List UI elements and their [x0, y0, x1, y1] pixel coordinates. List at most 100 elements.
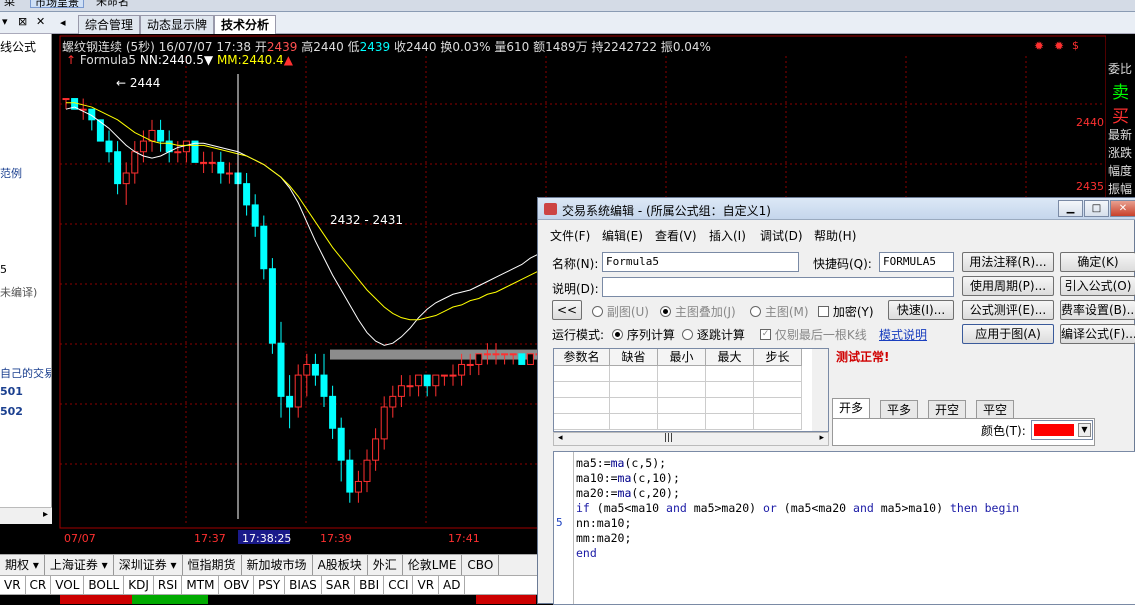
radio-subchart[interactable]: 副图(U)	[592, 303, 649, 320]
tree-item[interactable]: 未编译)	[0, 284, 37, 300]
param-cell[interactable]	[754, 366, 802, 382]
param-cell[interactable]	[610, 398, 658, 414]
compile-formula-button[interactable]: 编译公式(F)...	[1060, 324, 1135, 344]
dropdown-icon[interactable]: ▼	[1078, 423, 1091, 437]
currency-icon[interactable]: $	[1072, 39, 1079, 52]
param-column-header[interactable]: 最小	[658, 349, 706, 366]
param-cell[interactable]	[706, 414, 754, 430]
scroll-right-icon[interactable]: ▸	[43, 509, 48, 520]
top-strip-item[interactable]: 未命名	[92, 0, 133, 8]
indicator-tab[interactable]: VR	[0, 576, 26, 594]
menu-edit[interactable]: 编辑(E)	[602, 227, 643, 244]
formula-eval-button[interactable]: 公式测评(E)...	[962, 300, 1054, 320]
menu-help[interactable]: 帮助(H)	[814, 227, 856, 244]
indicator-tab[interactable]: BOLL	[84, 576, 125, 594]
minimize-button[interactable]: ▁	[1058, 200, 1083, 217]
param-column-header[interactable]: 缺省	[610, 349, 658, 366]
indicator-tab[interactable]: BIAS	[285, 576, 322, 594]
indicator-tab[interactable]: AD	[439, 576, 466, 594]
scroll-left-icon[interactable]: ◂	[60, 16, 66, 29]
param-cell[interactable]	[610, 366, 658, 382]
market-tab[interactable]: 恒指期货	[183, 555, 242, 575]
tree-item[interactable]: 范例	[0, 165, 22, 181]
mode-help-link[interactable]: 模式说明	[879, 326, 927, 343]
market-tab[interactable]: 外汇	[368, 555, 403, 575]
indicator-tab[interactable]: OBV	[219, 576, 254, 594]
scroll-left-icon[interactable]: ◂	[558, 433, 563, 443]
param-cell[interactable]	[610, 382, 658, 398]
scroll-right-icon[interactable]: ▸	[819, 433, 824, 443]
param-column-header[interactable]: 最大	[706, 349, 754, 366]
tab-technical-analysis[interactable]: 技术分析	[214, 15, 277, 35]
name-field[interactable]: Formula5	[602, 252, 799, 272]
param-cell[interactable]	[554, 398, 610, 414]
tree-item[interactable]: 线公式	[0, 38, 36, 55]
top-strip-item[interactable]: 菜	[0, 0, 19, 8]
apply-to-chart-button[interactable]: 应用于图(A)	[962, 324, 1054, 344]
param-cell[interactable]	[554, 382, 610, 398]
param-cell[interactable]	[610, 414, 658, 430]
scroll-thumb[interactable]: |||	[664, 433, 673, 443]
indicator-tab[interactable]: KDJ	[124, 576, 154, 594]
market-tab[interactable]: 期权 ▾	[0, 555, 45, 575]
radio-sequential[interactable]: 序列计算	[612, 326, 675, 343]
parameter-table[interactable]: 参数名 缺省 最小 最大 步长	[553, 348, 829, 432]
param-column-header[interactable]: 步长	[754, 349, 802, 366]
param-table-vscroll[interactable]	[812, 349, 828, 431]
market-tab[interactable]: 新加坡市场	[242, 555, 313, 575]
param-cell[interactable]	[754, 398, 802, 414]
indicator-tab[interactable]: SAR	[322, 576, 356, 594]
tab-open-short[interactable]: 开空	[928, 400, 967, 419]
usage-notes-button[interactable]: 用法注释(R)...	[962, 252, 1054, 272]
indicator-tab[interactable]: MTM	[182, 576, 220, 594]
description-field[interactable]	[602, 277, 954, 297]
indicator-tab[interactable]: CCI	[384, 576, 414, 594]
menu-insert[interactable]: 插入(I)	[709, 227, 746, 244]
param-cell[interactable]	[658, 382, 706, 398]
tree-item[interactable]: 5	[0, 263, 7, 276]
tree-item[interactable]: 502	[0, 405, 23, 418]
color-picker[interactable]: ▼	[1031, 420, 1093, 440]
indicator-tab[interactable]: PSY	[254, 576, 286, 594]
settings-gear-icon[interactable]: ✹	[1034, 39, 1044, 53]
param-column-header[interactable]: 参数名	[554, 349, 610, 366]
import-formula-button[interactable]: 引入公式(O)	[1060, 276, 1135, 296]
tab-dynamic-board[interactable]: 动态显示牌	[140, 15, 215, 34]
usage-period-button[interactable]: 使用周期(P)...	[962, 276, 1054, 296]
shortcut-field[interactable]: FORMULA5	[879, 252, 954, 272]
param-cell[interactable]	[554, 366, 610, 382]
param-cell[interactable]	[658, 414, 706, 430]
market-tab[interactable]: 上海证券 ▾	[45, 555, 114, 575]
radio-main-chart[interactable]: 主图(M)	[750, 303, 809, 320]
collapse-button[interactable]: <<	[552, 300, 582, 320]
indicator-tab[interactable]: RSI	[154, 576, 183, 594]
close-button[interactable]: ✕	[1110, 200, 1135, 217]
chart-tool-icon[interactable]: ✹	[1054, 39, 1064, 53]
tree-item[interactable]: 501	[0, 385, 23, 398]
radio-main-overlay[interactable]: 主图叠加(J)	[660, 303, 736, 320]
param-cell[interactable]	[554, 414, 610, 430]
param-cell[interactable]	[706, 366, 754, 382]
indicator-tab[interactable]: BBI	[355, 576, 385, 594]
last-bar-checkbox[interactable]: ✓ 仅剔最后一根K线	[760, 326, 867, 343]
encrypt-checkbox[interactable]: 加密(Y)	[818, 303, 874, 320]
param-table-hscroll[interactable]: ◂ ||| ▸	[553, 432, 829, 446]
close-icon[interactable]: ✕	[36, 15, 45, 28]
maximize-button[interactable]: □	[1084, 200, 1109, 217]
code-editor[interactable]: 5 ma5:=ma(c,5); ma10:=ma(c,10); ma20:=ma(c…	[553, 451, 1135, 605]
dropdown-icon[interactable]: ▾	[2, 15, 8, 28]
menu-debug[interactable]: 调试(D)	[760, 227, 803, 244]
param-cell[interactable]	[754, 382, 802, 398]
param-cell[interactable]	[706, 382, 754, 398]
param-cell[interactable]	[658, 398, 706, 414]
menu-view[interactable]: 查看(V)	[655, 227, 697, 244]
tab-overview[interactable]: 综合管理	[78, 15, 141, 34]
indicator-tab[interactable]: VOL	[51, 576, 85, 594]
top-strip-item[interactable]: 市场呈景	[30, 0, 84, 9]
param-cell[interactable]	[754, 414, 802, 430]
market-tab[interactable]: CBO	[462, 555, 500, 575]
param-cell[interactable]	[658, 366, 706, 382]
tab-open-long[interactable]: 开多	[832, 398, 871, 419]
market-tab[interactable]: 深圳证券 ▾	[114, 555, 183, 575]
tab-close-long[interactable]: 平多	[880, 400, 919, 419]
